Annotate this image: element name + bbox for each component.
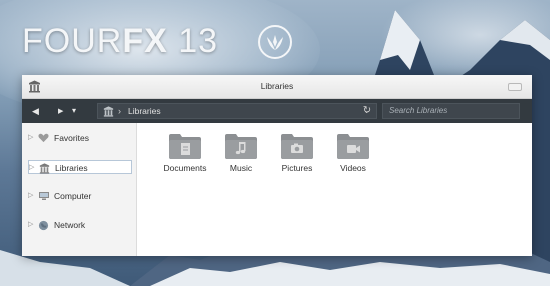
folder-label: Videos	[340, 163, 366, 173]
folder-label: Documents	[163, 163, 207, 173]
brand-prefix: FOUR	[22, 22, 123, 60]
refresh-button[interactable]: ↻	[359, 103, 375, 119]
heart-icon	[38, 133, 49, 143]
brand-number: 13	[167, 22, 219, 60]
folder-label: Music	[229, 163, 253, 173]
sidebar-item-libraries[interactable]: ▷ Libraries	[28, 160, 132, 174]
sidebar-item-label: Favorites	[54, 133, 89, 143]
folder-pictures[interactable]: Pictures	[267, 132, 327, 182]
document-icon	[181, 143, 190, 155]
folder-icon	[337, 134, 369, 159]
brand-fx: FX	[122, 22, 168, 60]
address-bar[interactable]: › Libraries ⌄	[97, 103, 377, 119]
minimize-button[interactable]	[508, 83, 522, 91]
window-title: Libraries	[260, 81, 294, 91]
expand-caret-icon[interactable]: ▷	[28, 131, 33, 145]
sidebar-item-network[interactable]: ▷ Network	[28, 218, 132, 232]
folder-videos[interactable]: Videos	[323, 132, 383, 182]
computer-icon	[39, 192, 49, 200]
sidebar-item-label: Computer	[54, 191, 92, 201]
breadcrumb-libraries[interactable]: Libraries	[128, 104, 161, 118]
folder-music[interactable]: Music	[211, 132, 271, 182]
explorer-window: Libraries ◀ ▶ ▾ › Libraries ⌄ ↻ Search L…	[22, 75, 532, 256]
history-dropdown-button[interactable]: ▾	[72, 104, 76, 118]
back-button[interactable]: ◀	[32, 104, 39, 118]
library-icon	[103, 106, 114, 117]
breadcrumb-separator: ›	[118, 106, 121, 116]
navigation-pane: ▷ Favorites ▷ Libraries ▷ Computer ▷ Net…	[22, 123, 137, 256]
sidebar-item-computer[interactable]: ▷ Computer	[28, 189, 132, 203]
expand-caret-icon[interactable]: ▷	[28, 218, 33, 232]
search-input[interactable]: Search Libraries	[382, 103, 520, 119]
brand-logo-icon	[258, 25, 292, 59]
title-bar[interactable]: Libraries	[22, 75, 532, 99]
brand-title: FOURFX 13	[22, 22, 218, 61]
forward-button[interactable]: ▶	[58, 105, 63, 119]
expand-caret-icon[interactable]: ▷	[29, 161, 34, 175]
library-icon	[39, 163, 50, 174]
network-icon	[38, 220, 49, 231]
folder-documents[interactable]: Documents	[155, 132, 215, 182]
sidebar-item-label: Libraries	[55, 163, 88, 173]
folder-icon	[225, 134, 257, 159]
folder-icon	[169, 134, 201, 159]
sidebar-item-label: Network	[54, 220, 86, 230]
sidebar-item-favorites[interactable]: ▷ Favorites	[28, 131, 132, 145]
folder-label: Pictures	[281, 163, 313, 173]
navigation-bar: ◀ ▶ ▾ › Libraries ⌄ ↻ Search Libraries	[22, 99, 532, 123]
file-view: Documents Music Pictures Videos	[137, 123, 532, 256]
expand-caret-icon[interactable]: ▷	[28, 189, 33, 203]
folder-icon	[281, 134, 313, 159]
